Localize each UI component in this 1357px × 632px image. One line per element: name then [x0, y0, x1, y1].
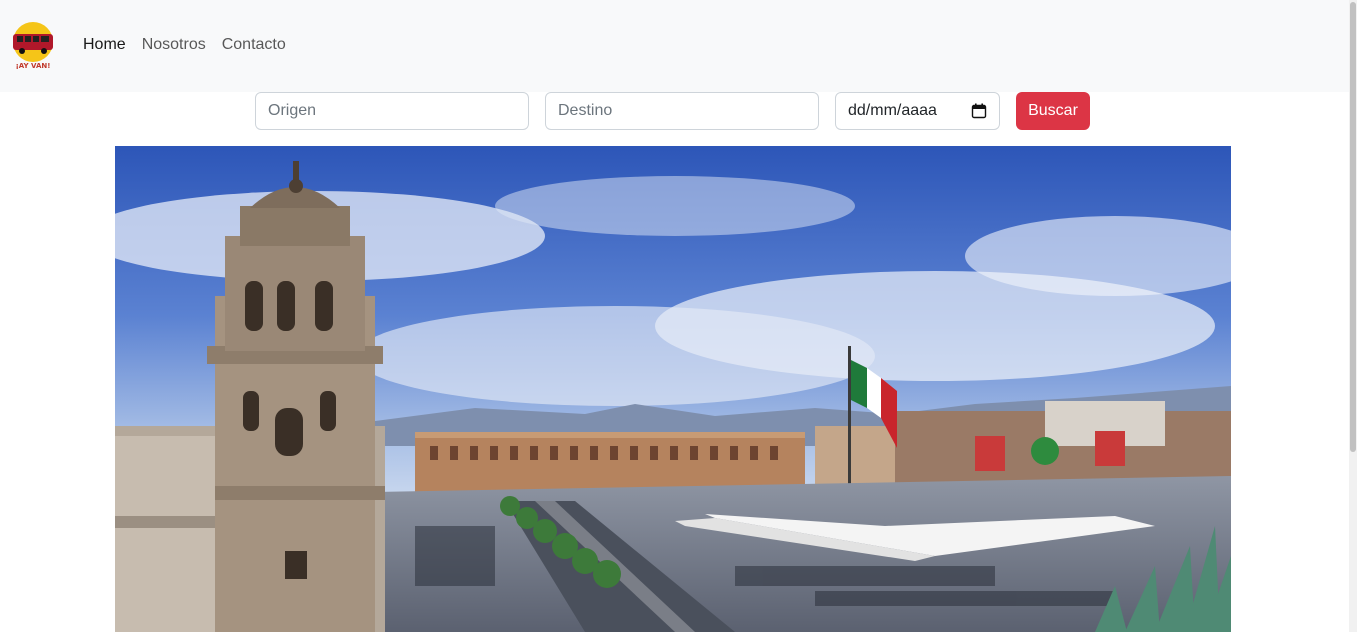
origin-input[interactable]: Origen: [255, 92, 529, 130]
nav-nosotros[interactable]: Nosotros: [142, 36, 206, 54]
origin-placeholder: Origen: [268, 102, 317, 119]
scrollbar-thumb[interactable]: [1350, 2, 1356, 452]
date-input[interactable]: dd/mm/aaaa: [835, 92, 1000, 130]
nav-contacto[interactable]: Contacto: [222, 36, 286, 54]
navbar: ¡AY VAN! Home Nosotros Contacto: [0, 0, 1349, 92]
calendar-icon[interactable]: [971, 103, 987, 119]
date-placeholder: dd/mm/aaaa: [848, 102, 937, 119]
page-scrollbar[interactable]: [1349, 0, 1357, 632]
brand-logo[interactable]: ¡AY VAN!: [11, 20, 55, 72]
destination-input[interactable]: Destino: [545, 92, 819, 130]
search-form: Origen Destino dd/mm/aaaa Buscar: [0, 92, 1349, 130]
nav-home[interactable]: Home: [83, 36, 126, 54]
search-button[interactable]: Buscar: [1016, 92, 1090, 130]
destination-placeholder: Destino: [558, 102, 613, 119]
nav-links: Home Nosotros Contacto: [83, 36, 286, 54]
hero-image: [115, 146, 1231, 632]
logo-text: ¡AY VAN!: [16, 62, 51, 70]
